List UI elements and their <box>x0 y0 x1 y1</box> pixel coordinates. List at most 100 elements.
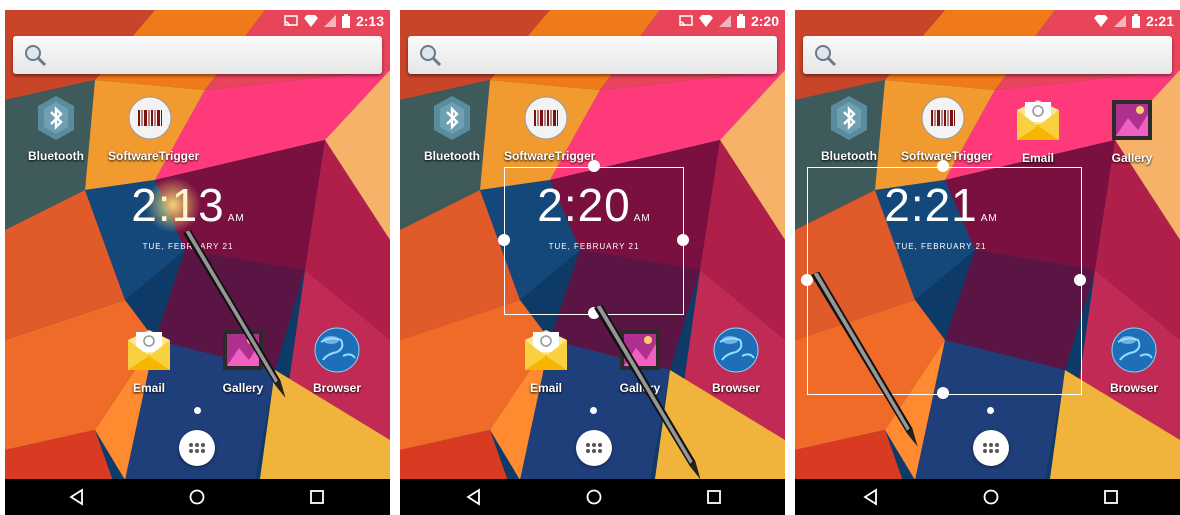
signal-icon <box>323 15 336 27</box>
barcode-icon <box>128 96 172 140</box>
page-indicator <box>987 407 994 414</box>
email-icon <box>524 329 568 371</box>
signal-icon <box>1113 15 1126 27</box>
app-bluetooth[interactable]: Bluetooth <box>14 94 98 163</box>
app-gallery[interactable]: Gallery <box>201 326 285 395</box>
browser-icon <box>713 327 759 373</box>
clock-widget[interactable]: 2:20 AM TUE, FEBRUARY 21 <box>494 180 694 251</box>
app-label: Bluetooth <box>424 149 480 163</box>
resize-handle-bottom[interactable] <box>588 307 600 319</box>
app-bluetooth[interactable]: Bluetooth <box>410 94 494 163</box>
phone-screen-1: 2:13 Bluetooth SoftwareTrigger 2:13AM TU… <box>5 10 390 515</box>
app-browser[interactable]: Browser <box>295 326 379 395</box>
search-bar[interactable] <box>13 36 382 74</box>
app-gallery[interactable]: Gallery <box>1090 96 1174 165</box>
app-label: Bluetooth <box>821 149 877 163</box>
apps-grid-icon <box>983 443 999 453</box>
battery-icon <box>1131 14 1140 28</box>
bluetooth-icon <box>432 94 472 142</box>
resize-handle-top[interactable] <box>937 160 949 172</box>
touch-glow <box>145 177 201 233</box>
app-label: Browser <box>1109 381 1159 395</box>
cast-icon <box>284 15 298 27</box>
navigation-bar <box>795 479 1180 515</box>
app-label: Gallery <box>1111 151 1153 165</box>
email-icon <box>127 329 171 371</box>
wifi-icon <box>698 15 713 27</box>
clock-date: TUE, FEBRUARY 21 <box>895 242 987 251</box>
app-email[interactable]: Email <box>504 326 588 395</box>
app-softwaretrigger[interactable]: SoftwareTrigger <box>901 94 992 163</box>
apps-grid-icon <box>189 443 205 453</box>
clock-date: TUE, FEBRUARY 21 <box>142 242 234 251</box>
browser-icon <box>1111 327 1157 373</box>
search-icon <box>420 45 442 67</box>
app-label: Email <box>132 381 165 395</box>
app-label: Gallery <box>619 381 661 395</box>
signal-icon <box>718 15 731 27</box>
navigation-bar <box>5 479 390 515</box>
recents-icon[interactable] <box>1101 487 1121 507</box>
app-bluetooth[interactable]: Bluetooth <box>807 94 891 163</box>
phone-screen-3: 2:21 Bluetooth SoftwareTrigger Email Gal… <box>795 10 1180 515</box>
page-indicator <box>194 407 201 414</box>
email-icon <box>1016 99 1060 141</box>
barcode-icon <box>921 96 965 140</box>
app-email[interactable]: Email <box>107 326 191 395</box>
status-bar: 2:13 <box>5 10 390 32</box>
app-label: Gallery <box>222 381 264 395</box>
cast-icon <box>679 15 693 27</box>
battery-icon <box>736 14 745 28</box>
app-drawer-button[interactable] <box>576 430 612 466</box>
resize-handle-bottom[interactable] <box>937 387 949 399</box>
recents-icon[interactable] <box>307 487 327 507</box>
search-icon <box>815 45 837 67</box>
home-icon[interactable] <box>584 487 604 507</box>
app-browser[interactable]: Browser <box>1092 326 1176 395</box>
app-label: SoftwareTrigger <box>108 149 200 163</box>
gallery-icon <box>620 330 660 370</box>
resize-handle-top[interactable] <box>588 160 600 172</box>
clock-ampm: AM <box>980 213 998 224</box>
app-label: Browser <box>312 381 362 395</box>
app-gallery[interactable]: Gallery <box>598 326 682 395</box>
search-bar[interactable] <box>408 36 777 74</box>
app-label: Email <box>529 381 562 395</box>
back-icon[interactable] <box>67 487 87 507</box>
bluetooth-icon <box>36 94 76 142</box>
gallery-icon <box>223 330 263 370</box>
status-time: 2:13 <box>355 13 384 29</box>
app-label: Browser <box>711 381 761 395</box>
app-browser[interactable]: Browser <box>694 326 778 395</box>
status-bar: 2:21 <box>795 10 1180 32</box>
resize-handle-right[interactable] <box>1074 274 1086 286</box>
app-label: Bluetooth <box>28 149 84 163</box>
battery-icon <box>341 14 350 28</box>
search-bar[interactable] <box>803 36 1172 74</box>
app-drawer-button[interactable] <box>973 430 1009 466</box>
status-time: 2:21 <box>1145 13 1174 29</box>
app-softwaretrigger[interactable]: SoftwareTrigger <box>504 94 596 163</box>
apps-grid-icon <box>586 443 602 453</box>
status-time: 2:20 <box>750 13 779 29</box>
home-icon[interactable] <box>981 487 1001 507</box>
navigation-bar <box>400 479 785 515</box>
clock-ampm: AM <box>227 213 245 224</box>
resize-handle-left[interactable] <box>801 274 813 286</box>
clock-widget[interactable]: 2:21 AM TUE, FEBRUARY 21 <box>841 180 1041 251</box>
browser-icon <box>314 327 360 373</box>
recents-icon[interactable] <box>704 487 724 507</box>
clock-time: 2:20 <box>537 179 631 231</box>
clock-date: TUE, FEBRUARY 21 <box>548 242 640 251</box>
app-email[interactable]: Email <box>996 96 1080 165</box>
wifi-icon <box>303 15 318 27</box>
app-label: Email <box>1021 151 1054 165</box>
home-icon[interactable] <box>187 487 207 507</box>
back-icon[interactable] <box>861 487 881 507</box>
clock-time: 2:21 <box>884 179 978 231</box>
app-label: SoftwareTrigger <box>504 149 596 163</box>
wifi-icon <box>1093 15 1108 27</box>
back-icon[interactable] <box>464 487 484 507</box>
app-softwaretrigger[interactable]: SoftwareTrigger <box>108 94 200 163</box>
app-drawer-button[interactable] <box>179 430 215 466</box>
